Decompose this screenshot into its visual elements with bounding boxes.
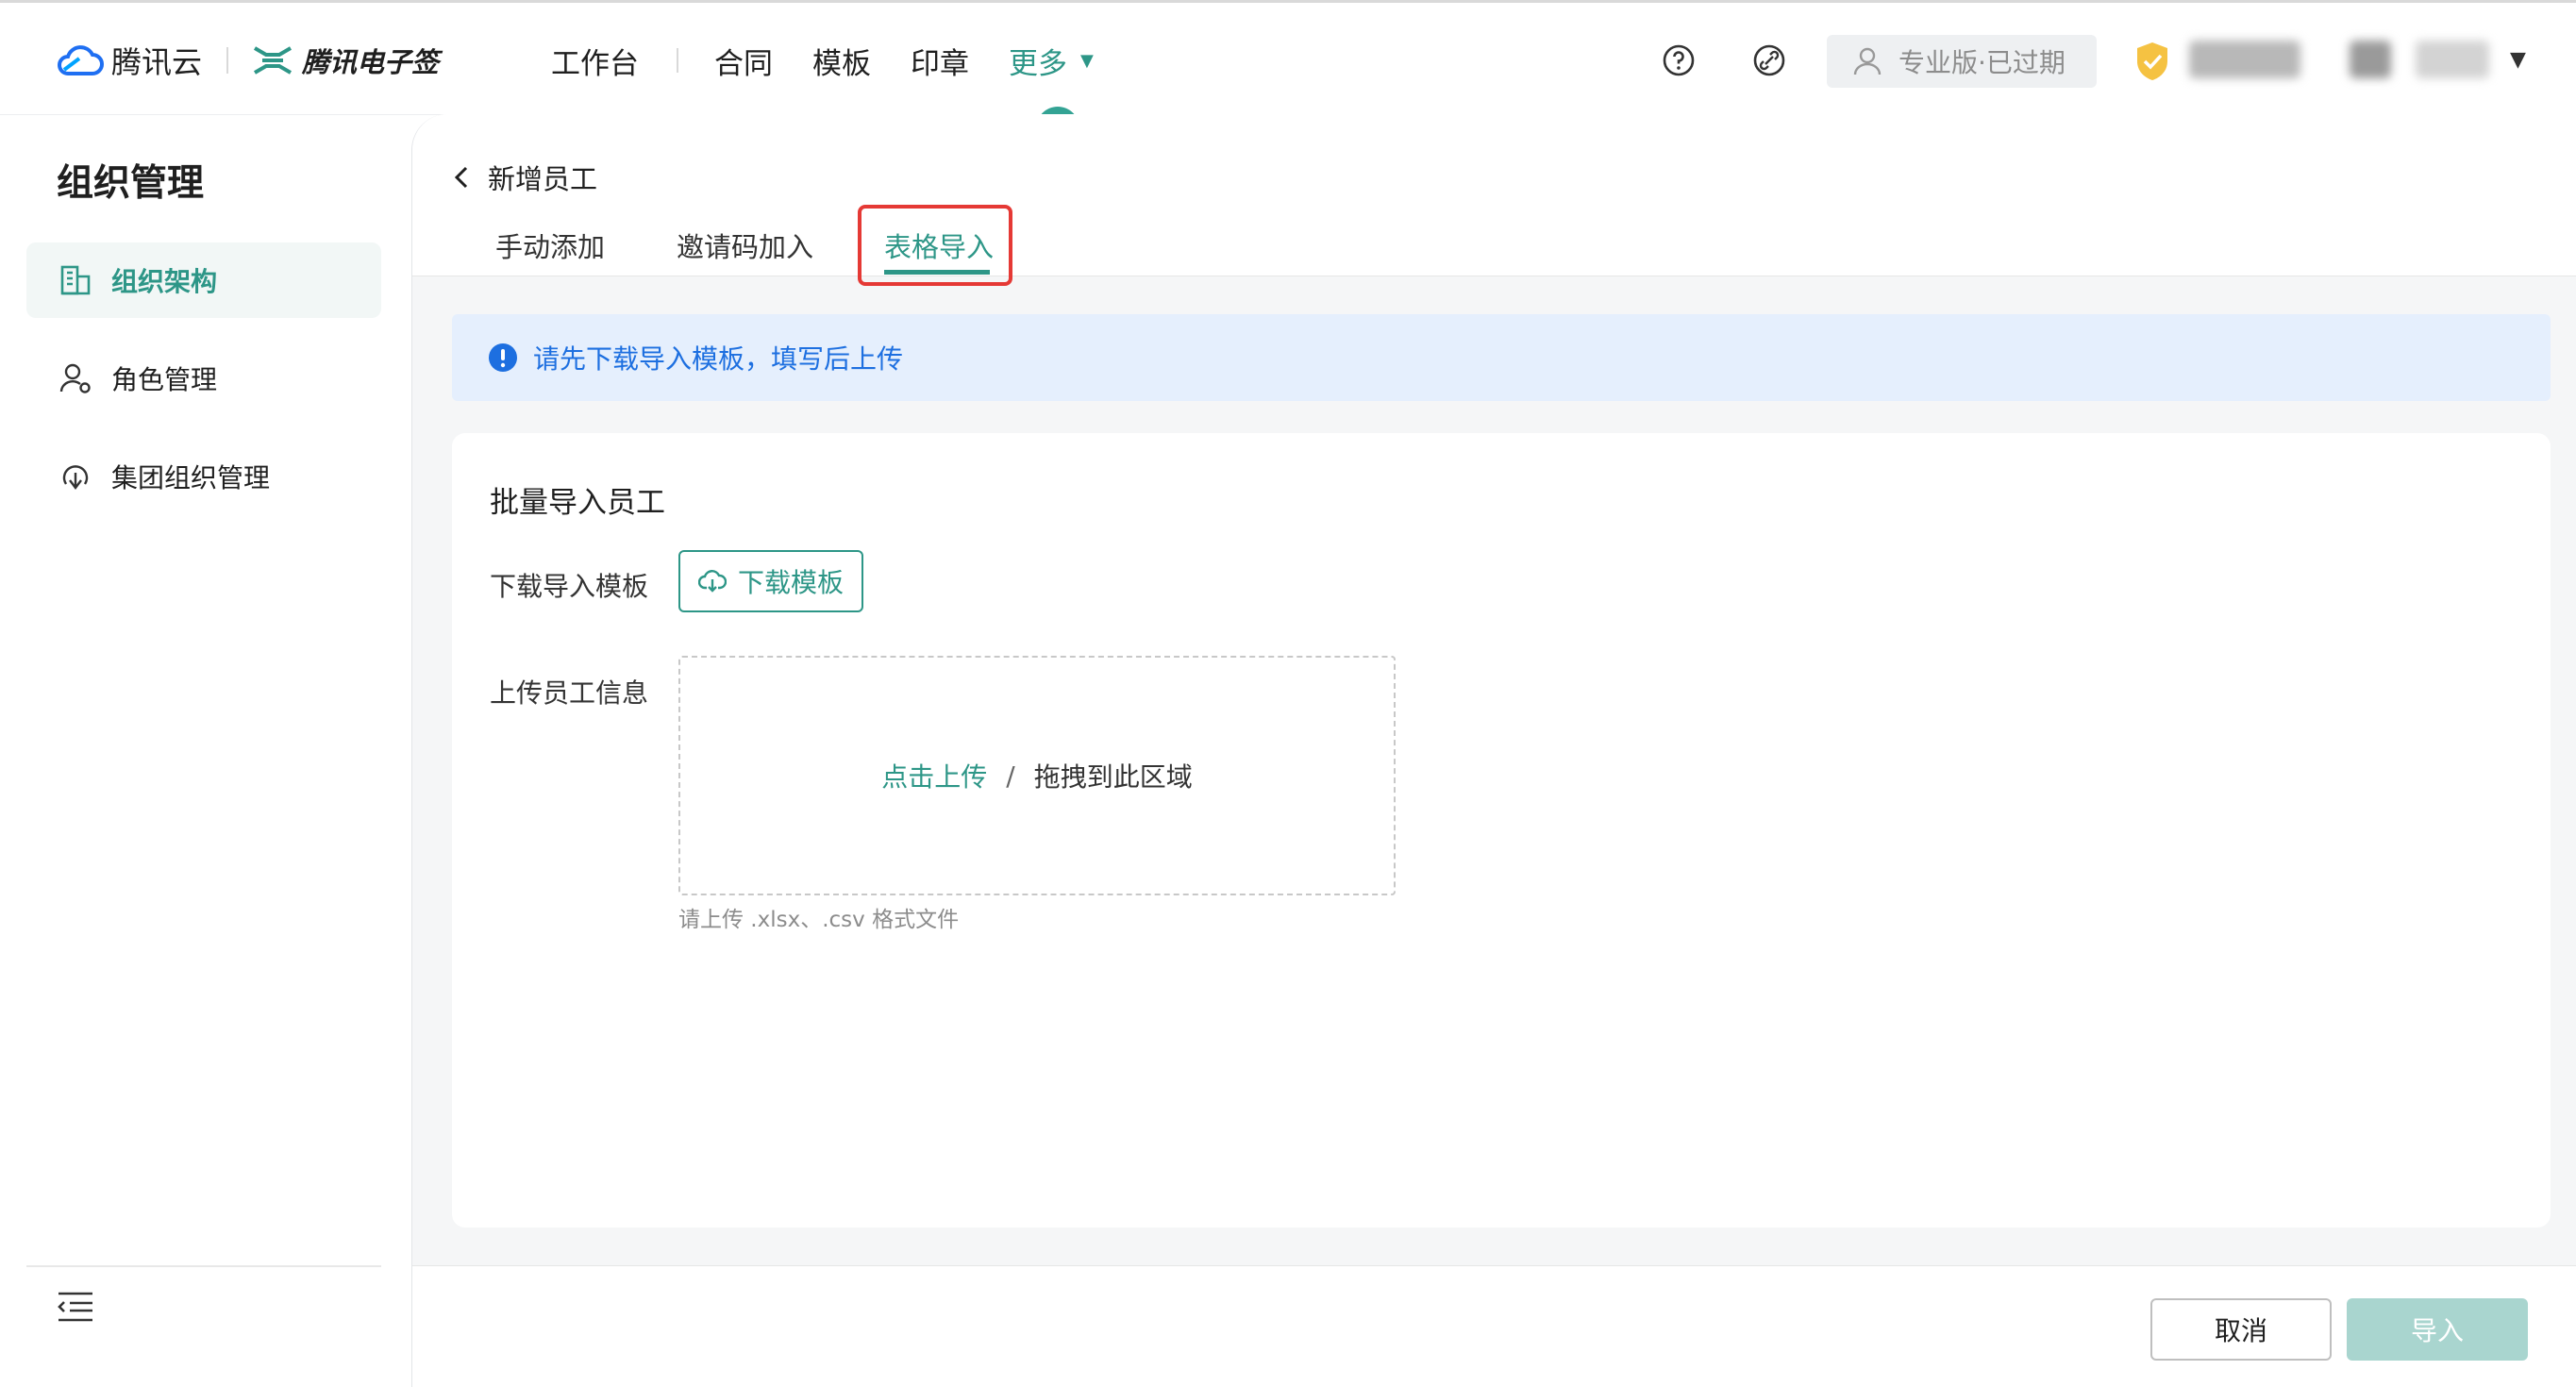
alert-text: 请先下载导入模板，填写后上传 <box>533 343 904 375</box>
file-upload-dropzone[interactable]: 点击上传 / 拖拽到此区域 <box>678 656 1396 895</box>
import-button[interactable]: 导入 <box>2347 1298 2528 1361</box>
info-icon <box>489 343 517 372</box>
bulk-import-card: 批量导入员工 下载导入模板 下载模板 上传员工信息 点击上传 / 拖拽到此区域 … <box>452 433 2551 1228</box>
nav-more[interactable]: 更多 ▼ <box>1009 40 1094 82</box>
sidebar-item-role-management[interactable]: 角色管理 <box>26 341 381 416</box>
drag-drop-text: 拖拽到此区域 <box>1033 761 1193 793</box>
sidebar-item-label: 集团组织管理 <box>111 462 271 493</box>
verified-shield-icon <box>2137 42 2167 80</box>
user-name-redacted[interactable] <box>2189 41 2300 78</box>
action-footer: 取消 导入 <box>412 1265 2576 1387</box>
sidebar-divider <box>26 1265 381 1267</box>
nav-more-label: 更多 <box>1009 46 1067 81</box>
plan-badge-label: 专业版·已过期 <box>1899 47 2066 78</box>
user-menu-caret-icon[interactable]: ▼ <box>2510 48 2526 72</box>
sidebar-item-group-org-management[interactable]: 集团组织管理 <box>26 439 381 514</box>
download-template-label: 下载导入模板 <box>490 571 649 602</box>
info-alert: 请先下载导入模板，填写后上传 <box>452 314 2551 401</box>
main-nav: 工作台 合同 模板 印章 更多 ▼ <box>551 37 1094 84</box>
sidebar-item-label: 组织架构 <box>111 266 218 297</box>
upload-format-hint: 请上传 .xlsx、.csv 格式文件 <box>678 908 960 932</box>
nav-seals[interactable]: 印章 <box>911 40 969 82</box>
tencent-cloud-logo-icon <box>58 45 104 75</box>
back-button[interactable]: 新增员工 <box>452 158 597 197</box>
download-template-button-label: 下载模板 <box>737 567 844 598</box>
brand[interactable]: 腾讯云 腾讯电子签 <box>55 39 439 82</box>
page-header: 新增员工 手动添加 邀请码加入 表格导入 <box>412 114 2576 286</box>
link-icon[interactable] <box>1751 42 1787 78</box>
nav-templates[interactable]: 模板 <box>812 40 871 82</box>
brand-divider <box>226 47 229 74</box>
sidebar-item-label: 角色管理 <box>111 364 218 395</box>
nav-contracts[interactable]: 合同 <box>714 40 773 82</box>
product-name: 腾讯电子签 <box>302 46 440 78</box>
card-title: 批量导入员工 <box>490 486 665 520</box>
esign-logo-icon <box>254 46 293 75</box>
help-icon[interactable] <box>1661 42 1697 78</box>
top-bar: 腾讯云 腾讯电子签 工作台 合同 模板 印章 更多 ▼ 专业版·已过期 ▼ <box>0 0 2576 129</box>
upload-employee-label: 上传员工信息 <box>490 677 649 709</box>
tab-highlight-box <box>858 205 1012 286</box>
org-structure-icon <box>60 265 91 295</box>
brand-name: 腾讯云 <box>111 44 203 80</box>
upload-separator: / <box>1006 760 1015 792</box>
tab-invite-code[interactable]: 邀请码加入 <box>677 226 813 265</box>
cancel-button[interactable]: 取消 <box>2150 1298 2332 1361</box>
nav-divider <box>677 48 678 73</box>
download-template-button[interactable]: 下载模板 <box>678 550 863 612</box>
cloud-download-icon <box>697 570 727 593</box>
user-avatar-redacted[interactable] <box>2350 41 2391 78</box>
chevron-left-icon <box>454 166 468 189</box>
sidebar: 组织管理 组织架构 角色管理 集团组织管理 <box>0 116 411 1387</box>
group-org-icon <box>62 465 89 490</box>
user-icon <box>1853 47 1882 75</box>
nav-workbench[interactable]: 工作台 <box>551 40 639 82</box>
page-title: 新增员工 <box>488 163 598 195</box>
sidebar-title: 组织管理 <box>57 162 205 205</box>
org-name-redacted[interactable] <box>2416 41 2489 78</box>
sidebar-item-org-structure[interactable]: 组织架构 <box>26 242 381 318</box>
role-icon <box>59 363 91 393</box>
caret-down-icon: ▼ <box>1080 50 1094 71</box>
tab-manual-add[interactable]: 手动添加 <box>495 226 605 265</box>
plan-badge[interactable]: 专业版·已过期 <box>1827 35 2097 88</box>
collapse-sidebar-icon[interactable] <box>55 1288 96 1326</box>
main-content: 新增员工 手动添加 邀请码加入 表格导入 请先下载导入模板，填写后上传 批量导入… <box>411 114 2576 1387</box>
click-upload-link[interactable]: 点击上传 <box>881 757 987 794</box>
